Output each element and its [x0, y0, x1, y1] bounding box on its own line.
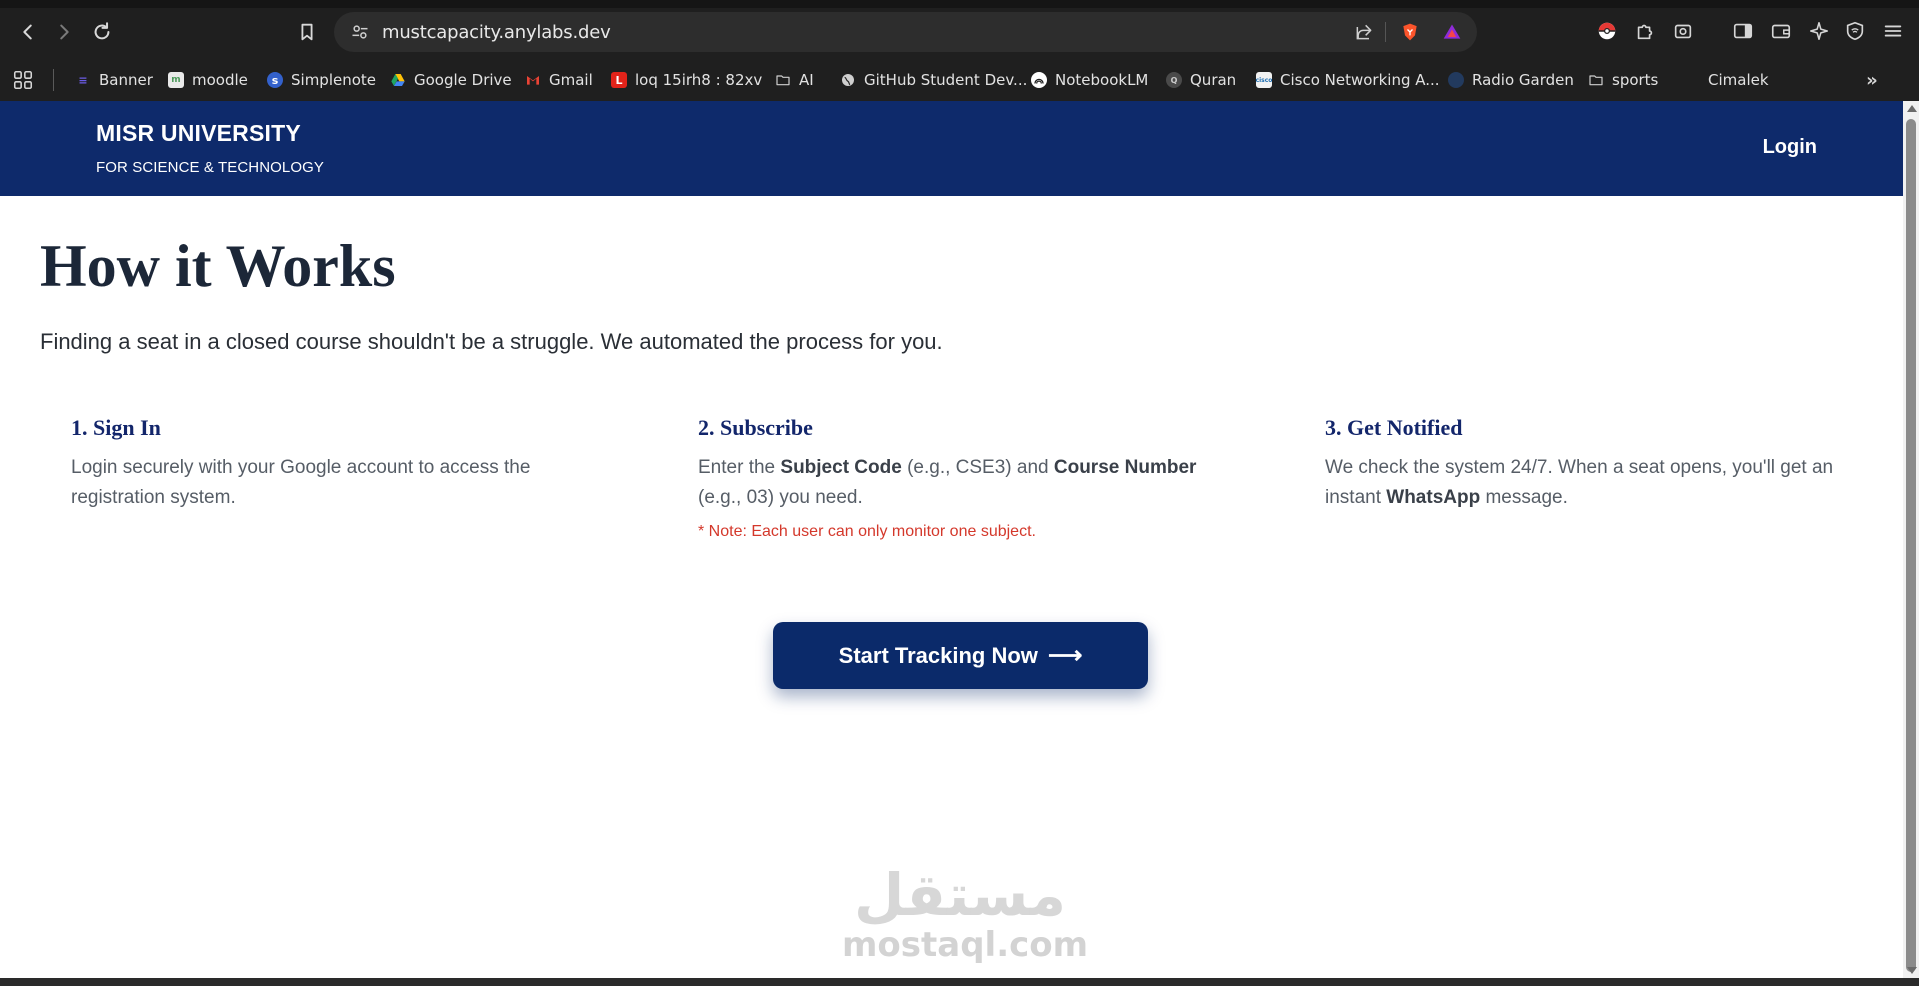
bookmark-page-button[interactable] — [289, 14, 325, 50]
step-title: 3. Get Notified — [1325, 415, 1463, 440]
notebooklm-icon — [1031, 72, 1047, 88]
brand-title[interactable]: MISR UNIVERSITY — [96, 120, 301, 147]
url-text[interactable]: mustcapacity.anylabs.dev — [382, 22, 611, 43]
bookmark-gmail[interactable]: Gmail — [525, 67, 593, 93]
arrow-right-icon — [60, 24, 69, 40]
watermark-logo: مستقل — [853, 861, 1067, 929]
pokeball-extension-icon[interactable] — [1594, 18, 1620, 44]
bookmark-loq[interactable]: Lloq 15irh8 : 82xv — [611, 67, 762, 93]
bookmark-label: sports — [1612, 71, 1659, 89]
bookmark-simplenote[interactable]: s Simplenote — [267, 67, 376, 93]
site-header: MISR UNIVERSITY FOR SCIENCE & TECHNOLOGY… — [0, 101, 1903, 196]
start-tracking-button[interactable]: Start Tracking Now ⟶ — [773, 622, 1148, 689]
bookmark-label: GitHub Student Dev... — [864, 71, 1028, 89]
bookmark-label: moodle — [192, 71, 248, 89]
bookmark-folder-ai[interactable]: AI — [775, 67, 814, 93]
step-subscribe: 2. Subscribe Enter the Subject Code (e.g… — [698, 415, 1228, 541]
chevron-double-right-icon: » — [1866, 69, 1878, 91]
quran-icon: Q — [1166, 72, 1182, 88]
cimalek-icon — [1684, 72, 1700, 88]
bookmark-label: loq 15irh8 : 82xv — [635, 71, 763, 89]
share-icon[interactable] — [1354, 22, 1374, 42]
brave-rewards-icon[interactable] — [1442, 22, 1462, 42]
step-note: * Note: Each user can only monitor one s… — [698, 523, 1036, 540]
scroll-up-arrow-icon[interactable] — [1907, 105, 1917, 112]
bookmark-label: Simplenote — [291, 71, 377, 89]
bookmark-notebooklm[interactable]: NotebookLM — [1031, 67, 1148, 93]
bookmark-label: AI — [799, 71, 814, 89]
brand-subtitle: FOR SCIENCE & TECHNOLOGY — [96, 159, 324, 176]
bookmark-radio-garden[interactable]: Radio Garden — [1448, 67, 1574, 93]
bookmark-google-drive[interactable]: Google Drive — [390, 67, 512, 93]
scrollbar-thumb[interactable] — [1906, 119, 1916, 972]
bookmark-moodle[interactable]: m moodle — [168, 67, 248, 93]
bookmark-cisco[interactable]: cisco Cisco Networking A... — [1256, 67, 1440, 93]
tab-strip — [0, 0, 1919, 8]
watermark-site: mostaql.com — [842, 925, 1089, 965]
intro-text: Finding a seat in a closed course should… — [40, 329, 943, 354]
moodle-icon: m — [168, 72, 184, 88]
folder-icon — [775, 72, 791, 88]
bookmark-label: Cimalek — [1708, 71, 1769, 89]
step-title: 1. Sign In — [71, 415, 161, 440]
bookmark-label: Quran — [1190, 71, 1237, 89]
step-description: We check the system 24/7. When a seat op… — [1325, 457, 1834, 508]
reload-button[interactable] — [84, 14, 120, 50]
folder-icon — [1588, 72, 1604, 88]
start-tracking-label: Start Tracking Now — [838, 642, 1038, 668]
arrow-left-icon — [23, 24, 32, 40]
bookmark-label: NotebookLM — [1055, 71, 1149, 89]
step-title: 2. Subscribe — [698, 415, 813, 440]
bookmark-folder-sports[interactable]: sports — [1588, 67, 1658, 93]
scroll-down-arrow-icon[interactable] — [1907, 967, 1917, 974]
window-bottom-edge — [0, 978, 1919, 986]
vpn-shield-icon[interactable] — [1842, 18, 1868, 44]
bookmark-label: Gmail — [549, 71, 593, 89]
menu-icon[interactable] — [1880, 18, 1906, 44]
back-button[interactable] — [10, 14, 46, 50]
steps-panel: 1. Sign In Login securely with your Goog… — [40, 365, 1880, 577]
bookmark-banner[interactable]: ≡ Banner — [75, 67, 153, 93]
brave-shields-icon[interactable] — [1400, 22, 1420, 42]
browser-chrome: mustcapacity.anylabs.dev ≡ Banner m moodle… — [0, 0, 1919, 101]
page-scrollbar[interactable] — [1903, 101, 1919, 978]
bookmark-icon — [301, 23, 313, 41]
address-bar[interactable]: mustcapacity.anylabs.dev — [334, 12, 1477, 52]
login-link[interactable]: Login — [1763, 136, 1817, 159]
bookmark-label: Radio Garden — [1472, 71, 1574, 89]
bookmark-github-student[interactable]: GitHub Student Dev... — [840, 67, 1027, 93]
banner-icon: ≡ — [78, 73, 88, 87]
bookmark-label: Google Drive — [414, 71, 512, 89]
gmail-icon — [525, 72, 541, 88]
extensions-puzzle-icon[interactable] — [1632, 18, 1658, 44]
lenovo-icon: L — [611, 72, 627, 88]
sidebar-toggle-icon[interactable] — [1730, 18, 1756, 44]
bookmarks-divider — [53, 69, 54, 91]
step-sign-in: 1. Sign In Login securely with your Goog… — [71, 415, 601, 513]
bookmark-label: Cisco Networking A... — [1280, 71, 1440, 89]
step-description: Enter the Subject Code (e.g., CSE3) and … — [698, 457, 1197, 508]
site-settings-icon[interactable] — [350, 22, 370, 42]
step-description: Login securely with your Google account … — [71, 457, 531, 508]
omnibox-divider — [1385, 22, 1386, 42]
screenshot-extension-icon[interactable] — [1670, 18, 1696, 44]
cisco-icon: cisco — [1256, 72, 1272, 88]
page-title: How it Works — [40, 233, 396, 299]
arrow-right-icon: ⟶ — [1047, 642, 1083, 669]
google-drive-icon — [390, 72, 406, 88]
bookmark-cimalek[interactable]: Cimalek — [1684, 67, 1769, 93]
globe-icon — [840, 72, 856, 88]
forward-button[interactable] — [46, 14, 82, 50]
simplenote-icon: s — [267, 72, 283, 88]
bookmark-quran[interactable]: Q Quran — [1166, 67, 1236, 93]
radio-garden-icon — [1448, 72, 1464, 88]
reload-icon — [94, 22, 110, 40]
leo-ai-icon[interactable] — [1806, 18, 1832, 44]
wallet-icon[interactable] — [1768, 18, 1794, 44]
step-get-notified: 3. Get Notified We check the system 24/7… — [1325, 415, 1855, 513]
bookmark-label: Banner — [99, 71, 153, 89]
apps-grid-icon[interactable] — [12, 69, 34, 91]
more-bookmarks-button[interactable]: » — [1864, 67, 1880, 93]
